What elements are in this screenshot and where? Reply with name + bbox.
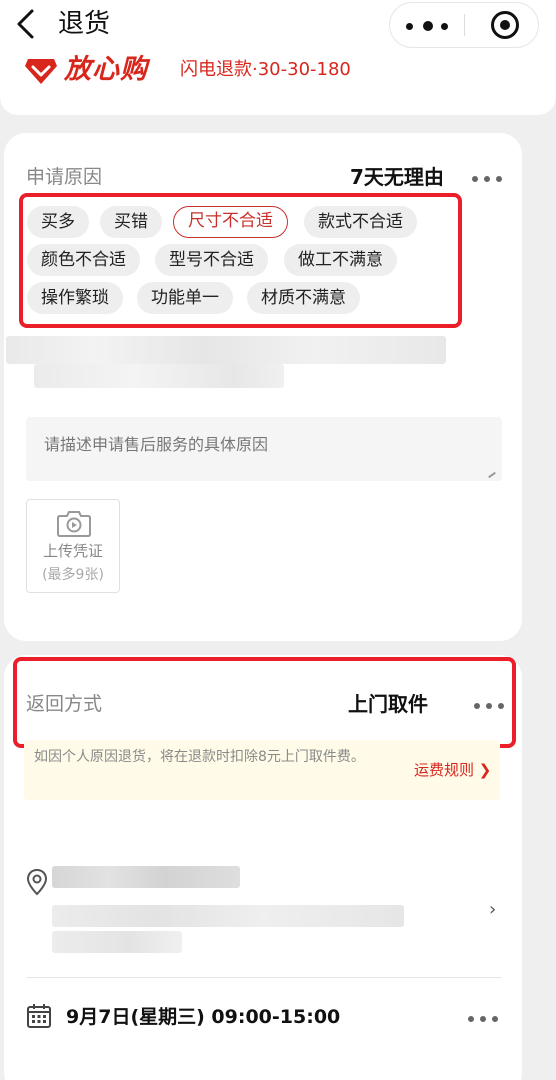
header: 退货 放心购 闪电退款·30-30-180: [0, 0, 556, 115]
return-method-more-icon[interactable]: [474, 700, 508, 712]
reason-chip-selected[interactable]: 尺寸不合适: [173, 206, 288, 238]
diamond-logo-icon: [25, 59, 57, 84]
more-icon[interactable]: [390, 3, 464, 47]
fee-notice: 如因个人原因退货，将在退款时扣除8元上门取件费。 运费规则 ❯: [24, 740, 500, 800]
description-placeholder: 请描述申请售后服务的具体原因: [44, 435, 269, 454]
return-method-card: 返回方式 上门取件 如因个人原因退货，将在退款时扣除8元上门取件费。 运费规则 …: [4, 655, 522, 1080]
reason-chip[interactable]: 做工不满意: [284, 244, 397, 276]
capsule-divider: [464, 14, 465, 36]
redacted-address-name: [52, 866, 240, 888]
reason-chip[interactable]: 材质不满意: [247, 282, 360, 314]
reason-chip[interactable]: 操作繁琐: [27, 282, 123, 314]
redacted-address-line: [52, 905, 404, 927]
reason-chip[interactable]: 颜色不合适: [27, 244, 140, 276]
fee-rule-link[interactable]: 运费规则 ❯: [414, 759, 491, 781]
reason-description-input[interactable]: 请描述申请售后服务的具体原因: [26, 417, 502, 481]
pickup-time-more-icon[interactable]: [468, 1013, 502, 1025]
pickup-time[interactable]: 9月7日(星期三) 09:00-15:00: [66, 1003, 340, 1031]
mini-program-capsule: [389, 2, 539, 48]
page-title: 退货: [58, 9, 111, 39]
return-page: 退货 放心购 闪电退款·30-30-180 申请原因 7天无理由 买多 买错 尺…: [0, 0, 556, 1080]
upload-proof-button[interactable]: 上传凭证 (最多9张): [26, 499, 120, 593]
reason-label: 申请原因: [26, 166, 103, 188]
fee-notice-text: 如因个人原因退货，将在退款时扣除8元上门取件费。: [34, 749, 365, 765]
reason-card: 申请原因 7天无理由 买多 买错 尺寸不合适 款式不合适 颜色不合适 型号不合适…: [4, 133, 522, 641]
reason-chip[interactable]: 款式不合适: [304, 206, 417, 238]
reason-more-icon[interactable]: [472, 173, 506, 185]
reason-chip[interactable]: 买多: [27, 206, 89, 238]
reason-chip[interactable]: 功能单一: [137, 282, 233, 314]
location-pin-icon: [26, 868, 48, 896]
mini-program-close-icon[interactable]: [472, 3, 538, 47]
upload-limit: (最多9张): [42, 567, 104, 583]
return-method-label: 返回方式: [26, 693, 103, 715]
reason-chip[interactable]: 买错: [100, 206, 162, 238]
camera-icon: [57, 511, 91, 537]
reason-chip[interactable]: 型号不合适: [155, 244, 268, 276]
resize-handle: [488, 471, 496, 479]
address-arrow-icon[interactable]: ›: [489, 900, 496, 920]
redacted-text: [34, 364, 284, 388]
reason-value[interactable]: 7天无理由: [350, 163, 444, 191]
back-icon[interactable]: [10, 6, 42, 42]
brand-service-text: 闪电退款·30-30-180: [180, 59, 351, 80]
divider: [26, 977, 502, 978]
brand-name: 放心购: [64, 54, 148, 85]
calendar-icon: [27, 1004, 51, 1028]
upload-label: 上传凭证: [42, 542, 103, 560]
return-method-value[interactable]: 上门取件: [348, 690, 428, 718]
redacted-text: [6, 336, 446, 364]
redacted-address-line: [52, 931, 182, 953]
